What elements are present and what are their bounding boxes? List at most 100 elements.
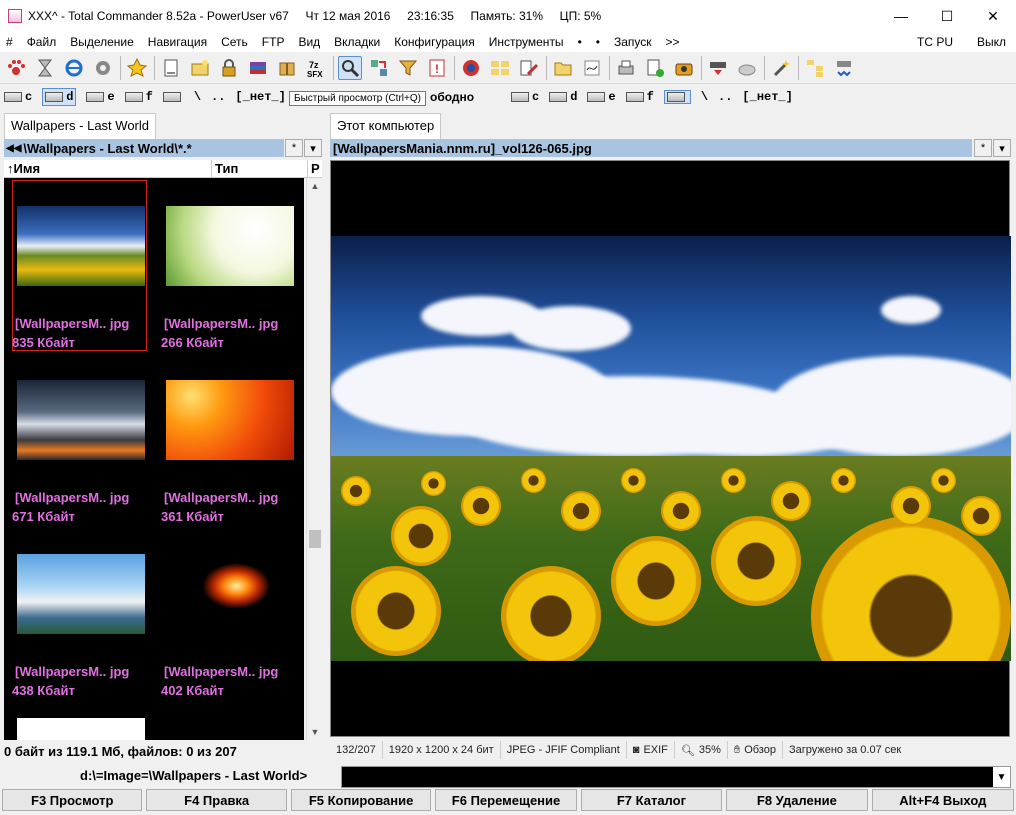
- internet-explorer-icon[interactable]: [62, 56, 86, 80]
- thumbnail-partial[interactable]: [17, 718, 145, 740]
- alt-f4-exit-button[interactable]: Alt+F4 Выход: [871, 789, 1014, 811]
- folder-icon[interactable]: [551, 56, 575, 80]
- right-favorites-button[interactable]: *: [974, 139, 992, 157]
- star-icon[interactable]: [125, 56, 149, 80]
- left-history-dropdown[interactable]: ▾: [304, 139, 322, 157]
- app-icon[interactable]: [8, 9, 22, 23]
- left-up-button[interactable]: ..: [211, 90, 225, 104]
- right-drive-f[interactable]: f: [625, 90, 654, 104]
- f8-delete-button[interactable]: F8 Удаление: [726, 789, 868, 811]
- command-input[interactable]: [341, 766, 1011, 788]
- download-icon[interactable]: [706, 56, 730, 80]
- right-drive-network[interactable]: [663, 90, 691, 104]
- right-drive-e[interactable]: e: [587, 90, 616, 104]
- left-drive-network[interactable]: [162, 92, 184, 102]
- tab-right-this-computer[interactable]: Этот компьютер: [330, 113, 442, 139]
- hourglass-icon[interactable]: [33, 56, 57, 80]
- filter-icon[interactable]: [396, 56, 420, 80]
- right-drive-d[interactable]: d: [549, 90, 577, 104]
- zoom-button[interactable]: 🔍︎ 35%: [675, 741, 728, 759]
- info-icon[interactable]: !: [425, 56, 449, 80]
- menu-selection[interactable]: Выделение: [70, 35, 134, 49]
- drive-icon[interactable]: [735, 56, 759, 80]
- network-icon[interactable]: [832, 56, 856, 80]
- menu-configuration[interactable]: Конфигурация: [394, 35, 475, 49]
- right-up-button[interactable]: ..: [718, 90, 732, 104]
- archive-icon[interactable]: [246, 56, 270, 80]
- left-drive-f[interactable]: f: [124, 90, 153, 104]
- menu-more[interactable]: >>: [666, 35, 680, 49]
- column-name[interactable]: ↑Имя: [4, 160, 212, 178]
- window-title: XXX^ - Total Commander 8.52a - PowerUser…: [28, 9, 602, 23]
- close-button[interactable]: ✕: [970, 0, 1016, 32]
- column-size[interactable]: Р: [308, 160, 322, 178]
- right-path-bar[interactable]: [WallpapersMania.nnm.ru]_vol126-065.jpg: [330, 139, 972, 157]
- scroll-down-icon[interactable]: ▼: [307, 724, 323, 740]
- tab-left-wallpapers[interactable]: Wallpapers - Last World: [4, 113, 156, 139]
- menu-bullet-2[interactable]: •: [596, 35, 600, 49]
- file-size: 402 Кбайт: [161, 683, 224, 698]
- menu-navigation[interactable]: Навигация: [148, 35, 207, 49]
- menu-network[interactable]: Сеть: [221, 35, 248, 49]
- history-back-icon[interactable]: ◀◀: [6, 143, 21, 154]
- drive-label: e: [107, 90, 115, 104]
- thumbnail-list[interactable]: [WallpapersM.. jpg 835 Кбайт [Wallpapers…: [4, 178, 304, 740]
- minimize-button[interactable]: —: [878, 0, 924, 32]
- scroll-thumb[interactable]: [309, 530, 321, 548]
- menu-bullet-1[interactable]: •: [578, 35, 582, 49]
- new-document-icon[interactable]: [159, 56, 183, 80]
- tree-icon[interactable]: [803, 56, 827, 80]
- notepad-icon[interactable]: [580, 56, 604, 80]
- menu-hash[interactable]: #: [6, 35, 13, 49]
- left-scrollbar[interactable]: ▲ ▼: [306, 178, 322, 740]
- quick-view-icon[interactable]: [338, 55, 362, 80]
- exif-button[interactable]: ◙ EXIF: [627, 741, 675, 759]
- menu-tools[interactable]: Инструменты: [489, 35, 564, 49]
- f4-edit-button[interactable]: F4 Правка: [146, 789, 287, 811]
- compare-icon[interactable]: [488, 56, 512, 80]
- column-header: ↑Имя Тип Р: [4, 160, 322, 178]
- scroll-up-icon[interactable]: ▲: [307, 178, 323, 194]
- new-folder-icon[interactable]: [188, 56, 212, 80]
- left-path-bar[interactable]: ◀◀ \Wallpapers - Last World\*.*: [4, 139, 284, 157]
- sfx-archive-icon[interactable]: 7z SFX: [304, 56, 328, 80]
- image-viewer[interactable]: [330, 160, 1011, 737]
- menu-launch[interactable]: Запуск: [614, 35, 652, 49]
- menu-ftp[interactable]: FTP: [262, 35, 285, 49]
- f3-view-button[interactable]: F3 Просмотр: [2, 789, 143, 811]
- left-favorites-button[interactable]: *: [285, 139, 303, 157]
- menu-file[interactable]: Файл: [27, 35, 57, 49]
- paw-icon[interactable]: [4, 56, 28, 80]
- add-icon[interactable]: [643, 56, 667, 80]
- print-icon[interactable]: [614, 56, 638, 80]
- left-drive-c[interactable]: c: [4, 90, 32, 104]
- left-root-button[interactable]: \: [194, 90, 201, 104]
- right-root-button[interactable]: \: [701, 90, 708, 104]
- menu-tc-pu[interactable]: TC PU: [917, 35, 953, 49]
- sync-icon[interactable]: [367, 56, 391, 80]
- right-drive-c[interactable]: c: [511, 90, 539, 104]
- f5-copy-button[interactable]: F5 Копирование: [290, 789, 432, 811]
- package-icon[interactable]: [275, 56, 299, 80]
- f6-move-button[interactable]: F6 Перемещение: [435, 789, 577, 811]
- maximize-button[interactable]: ☐: [924, 0, 970, 32]
- toolbar: 7z SFX !: [0, 52, 1016, 84]
- column-type[interactable]: Тип: [212, 160, 308, 178]
- disk-icon[interactable]: [459, 56, 483, 80]
- lock-icon[interactable]: [217, 56, 241, 80]
- gear-icon[interactable]: [91, 56, 115, 80]
- menu-tabs[interactable]: Вкладки: [334, 35, 380, 49]
- wand-icon[interactable]: [769, 56, 793, 80]
- menu-shutdown[interactable]: Выкл: [977, 35, 1006, 49]
- tooltip: Быстрый просмотр (Ctrl+Q): [289, 91, 426, 106]
- f7-mkdir-button[interactable]: F7 Каталог: [580, 789, 723, 811]
- menu-view[interactable]: Вид: [298, 35, 320, 49]
- right-history-dropdown[interactable]: ▾: [993, 139, 1011, 157]
- chevron-down-icon[interactable]: ▼: [993, 767, 1010, 787]
- rename-icon[interactable]: [517, 56, 541, 80]
- left-drive-e[interactable]: e: [86, 90, 115, 104]
- camera-icon[interactable]: [672, 56, 696, 80]
- overview-button[interactable]: ✋︎ Обзор: [728, 741, 783, 759]
- drive-icon: [511, 92, 529, 102]
- left-drive-d[interactable]: d: [42, 88, 77, 106]
